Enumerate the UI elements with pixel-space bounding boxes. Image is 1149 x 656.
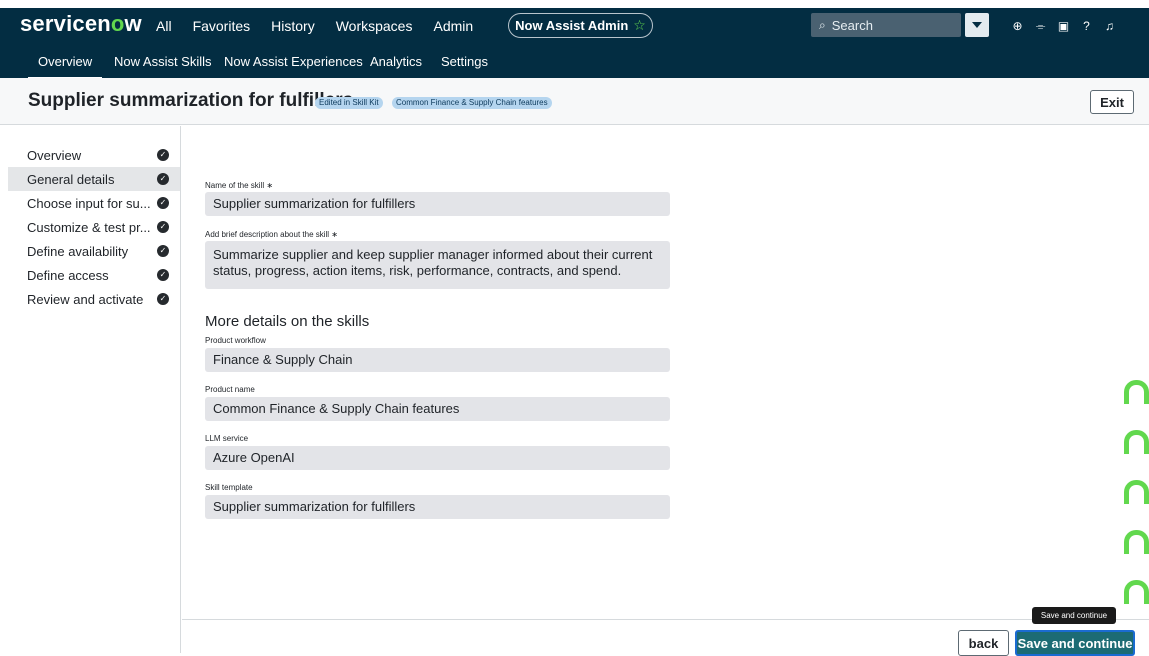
servicenow-logo[interactable]: servicenow bbox=[20, 11, 142, 37]
star-icon[interactable]: ☆ bbox=[633, 17, 646, 34]
bell-icon[interactable]: ♫ bbox=[1098, 19, 1121, 33]
description-label: Add brief description about the skill ∗ bbox=[205, 230, 338, 239]
deco-shape bbox=[1124, 530, 1149, 554]
workspace-pill-label: Now Assist Admin bbox=[515, 18, 629, 33]
step-label: Define availability bbox=[27, 243, 129, 259]
check-icon: ✓ bbox=[157, 293, 169, 305]
deco-shape bbox=[1124, 380, 1149, 404]
nav-history[interactable]: History bbox=[271, 18, 315, 34]
search-icon: ⌕ bbox=[819, 17, 826, 32]
product-workflow-label: Product workflow bbox=[205, 336, 266, 345]
step-label: Review and activate bbox=[27, 291, 144, 307]
step-define-access[interactable]: Define access ✓ bbox=[8, 263, 180, 287]
search-scope-dropdown[interactable] bbox=[965, 13, 989, 37]
chat-icon[interactable]: ⌯ bbox=[1029, 19, 1052, 34]
step-label: Choose input for su... bbox=[27, 195, 151, 211]
skill-template-field[interactable]: Supplier summarization for fulfillers bbox=[205, 495, 670, 519]
product-name-label: Product name bbox=[205, 385, 255, 394]
check-icon: ✓ bbox=[157, 245, 169, 257]
step-overview[interactable]: Overview ✓ bbox=[8, 143, 180, 167]
product-name-field[interactable]: Common Finance & Supply Chain features bbox=[205, 397, 670, 421]
nav-admin[interactable]: Admin bbox=[433, 18, 473, 34]
section-title: More details on the skills bbox=[205, 313, 370, 330]
tab-now-assist-experiences[interactable]: Now Assist Experiences bbox=[224, 54, 363, 69]
llm-service-field[interactable]: Azure OpenAI bbox=[205, 446, 670, 470]
top-strip bbox=[0, 0, 1149, 8]
decorative-brand-strip bbox=[1124, 380, 1149, 630]
tab-overview[interactable]: Overview bbox=[27, 54, 103, 79]
form-area: Name of the skill ∗ Supplier summarizati… bbox=[182, 126, 1149, 653]
top-navigation-bar: servicenow All Favorites History Workspa… bbox=[0, 8, 1149, 44]
footer-divider bbox=[182, 619, 1149, 620]
main-nav: All Favorites History Workspaces Admin bbox=[156, 8, 494, 44]
nav-all[interactable]: All bbox=[156, 18, 172, 34]
llm-service-label: LLM service bbox=[205, 434, 249, 443]
save-and-continue-button[interactable]: Save and continue bbox=[1015, 630, 1135, 656]
save-tooltip: Save and continue bbox=[1032, 607, 1116, 624]
skill-name-field[interactable]: Supplier summarization for fulfillers bbox=[205, 192, 670, 216]
page-header: Supplier summarization for fulfillers bbox=[0, 78, 1149, 125]
header-icons: ⊕ ⌯ ▣ ? ♫ bbox=[1006, 8, 1121, 44]
deco-shape bbox=[1124, 430, 1149, 454]
sub-navigation: Overview Now Assist Skills Now Assist Ex… bbox=[0, 44, 1149, 79]
check-icon: ✓ bbox=[157, 173, 169, 185]
step-sidebar: Overview ✓ General details ✓ Choose inpu… bbox=[8, 126, 181, 653]
deco-shape bbox=[1124, 480, 1149, 504]
workspace-pill[interactable]: Now Assist Admin ☆ bbox=[508, 13, 653, 38]
deco-shape bbox=[1124, 580, 1149, 604]
nav-workspaces[interactable]: Workspaces bbox=[336, 18, 413, 34]
nav-favorites[interactable]: Favorites bbox=[193, 18, 251, 34]
tab-settings[interactable]: Settings bbox=[441, 54, 488, 69]
exit-button[interactable]: Exit bbox=[1090, 90, 1134, 114]
check-icon: ✓ bbox=[157, 269, 169, 281]
description-field[interactable]: Summarize supplier and keep supplier man… bbox=[205, 241, 670, 289]
tab-now-assist-skills[interactable]: Now Assist Skills bbox=[114, 54, 212, 69]
step-choose-input[interactable]: Choose input for su... ✓ bbox=[8, 191, 180, 215]
product-workflow-field[interactable]: Finance & Supply Chain bbox=[205, 348, 670, 372]
check-icon: ✓ bbox=[157, 221, 169, 233]
help-icon[interactable]: ? bbox=[1075, 19, 1098, 33]
skill-name-label: Name of the skill ∗ bbox=[205, 181, 274, 190]
skill-template-label: Skill template bbox=[205, 483, 253, 492]
product-badge: Common Finance & Supply Chain features bbox=[392, 97, 552, 109]
step-label: Overview bbox=[27, 147, 82, 163]
status-badge: Edited in Skill Kit bbox=[315, 97, 383, 109]
back-button[interactable]: back bbox=[958, 630, 1009, 656]
inbox-icon[interactable]: ▣ bbox=[1052, 19, 1075, 33]
step-review-activate[interactable]: Review and activate ✓ bbox=[8, 287, 180, 311]
step-label: Customize & test pr... bbox=[27, 219, 151, 235]
page-title: Supplier summarization for fulfillers bbox=[28, 90, 354, 111]
globe-icon[interactable]: ⊕ bbox=[1006, 19, 1029, 33]
search-placeholder: Search bbox=[831, 17, 873, 33]
chevron-down-icon bbox=[972, 22, 982, 28]
tab-analytics[interactable]: Analytics bbox=[370, 54, 422, 69]
step-customize-test[interactable]: Customize & test pr... ✓ bbox=[8, 215, 180, 239]
check-icon: ✓ bbox=[157, 197, 169, 209]
step-general-details[interactable]: General details ✓ bbox=[8, 167, 180, 191]
step-label: Define access bbox=[27, 267, 109, 283]
step-define-availability[interactable]: Define availability ✓ bbox=[8, 239, 180, 263]
step-label: General details bbox=[27, 171, 115, 187]
search-input[interactable]: ⌕ Search bbox=[811, 13, 961, 37]
check-icon: ✓ bbox=[157, 149, 169, 161]
